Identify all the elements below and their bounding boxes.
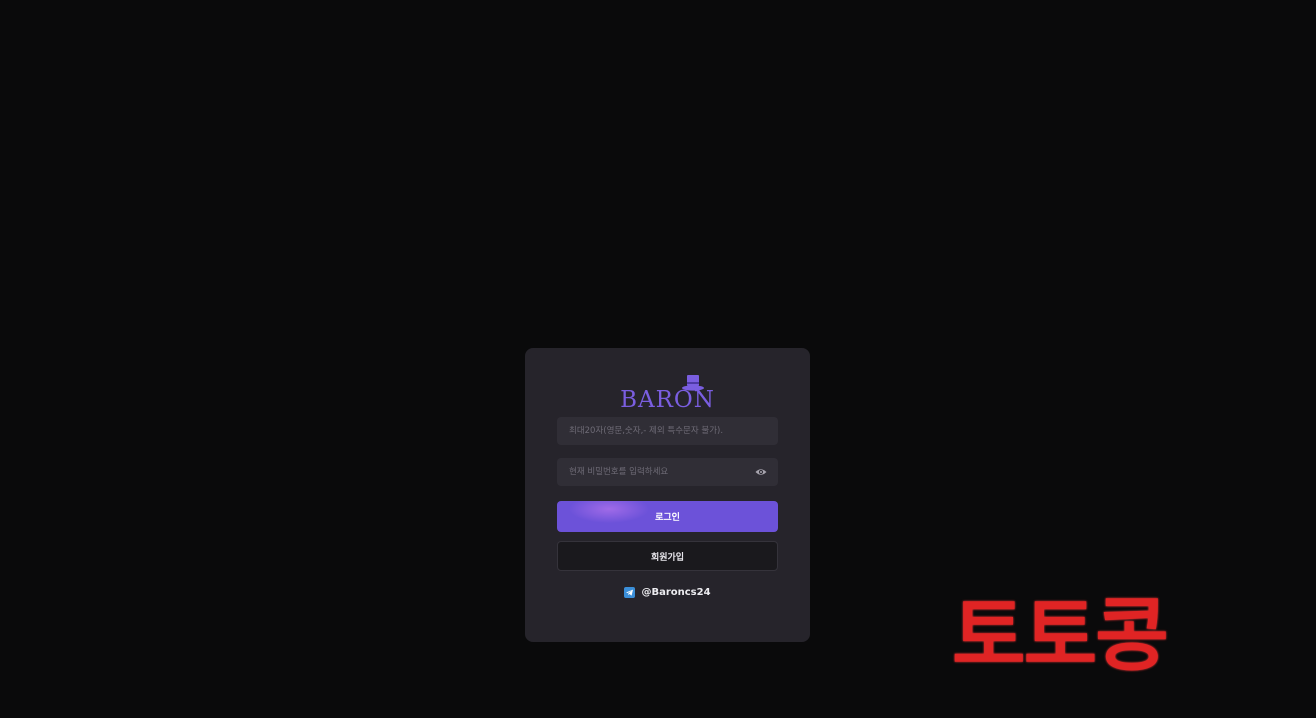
login-button[interactable]: 로그인 bbox=[557, 501, 778, 532]
username-field-wrapper bbox=[557, 417, 778, 445]
login-card: BARON 로그인 회원가입 @Baroncs24 bbox=[525, 348, 810, 642]
password-input[interactable] bbox=[557, 458, 778, 486]
signup-button[interactable]: 회원가입 bbox=[557, 541, 778, 571]
eye-icon[interactable] bbox=[755, 467, 767, 477]
brand-logo: BARON bbox=[525, 375, 810, 412]
watermark-text: 토토콩 bbox=[952, 589, 1169, 682]
password-field-wrapper bbox=[557, 458, 778, 486]
username-input[interactable] bbox=[557, 417, 778, 445]
top-hat-icon bbox=[682, 375, 705, 391]
telegram-handle: @Baroncs24 bbox=[641, 586, 711, 598]
telegram-contact-link[interactable]: @Baroncs24 bbox=[525, 585, 810, 599]
telegram-icon bbox=[624, 586, 636, 598]
